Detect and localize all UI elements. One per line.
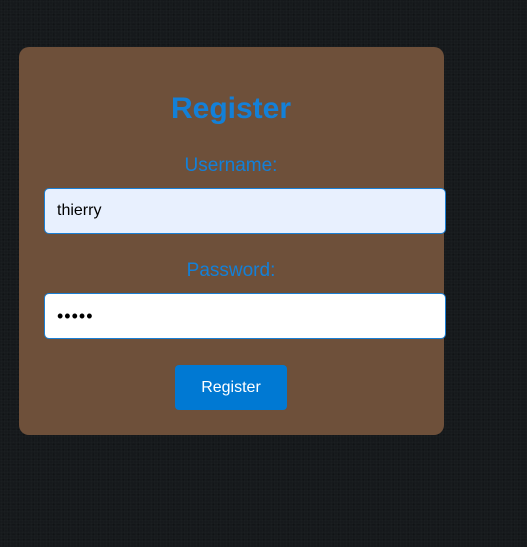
password-label: Password: [186, 260, 276, 281]
username-input[interactable] [44, 188, 446, 234]
page-title: Register [170, 92, 292, 125]
register-button[interactable]: Register [175, 365, 287, 410]
username-label: Username: [184, 155, 278, 176]
password-input[interactable] [44, 293, 446, 339]
